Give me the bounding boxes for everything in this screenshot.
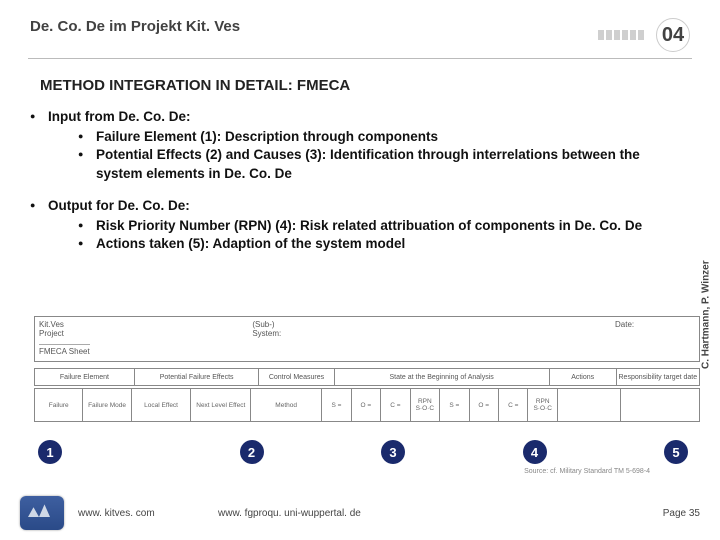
bullet-failure-element: Failure Element (1): Description through… — [78, 128, 690, 146]
decorative-bars — [598, 30, 644, 40]
number-markers: 1 2 3 4 5 — [30, 440, 660, 464]
bullet-rpn: Risk Priority Number (RPN) (4): Risk rel… — [78, 217, 690, 235]
bullet-input: Input from De. Co. De: — [48, 109, 191, 124]
sub-col: S = — [440, 389, 469, 421]
col-header: Potential Failure Effects — [135, 369, 260, 385]
bullet-output: Output for De. Co. De: — [48, 198, 190, 213]
slide-footer: www. kitves. com www. fgproqu. uni-wuppe… — [0, 496, 720, 530]
kitves-logo — [20, 496, 64, 530]
sub-col: O = — [470, 389, 499, 421]
fig-label: FMECA Sheet — [39, 344, 90, 356]
sub-col: Next Level Effect — [191, 389, 251, 421]
sub-col: C = — [499, 389, 528, 421]
sub-col: O = — [352, 389, 381, 421]
header-title: De. Co. De im Projekt Kit. Ves — [30, 18, 240, 35]
col-header: Responsibility target date — [617, 369, 699, 385]
sub-col: Failure Mode — [83, 389, 131, 421]
content-bullets: Input from De. Co. De: Failure Element (… — [0, 108, 720, 254]
footer-url-kitves: www. kitves. com — [78, 508, 218, 519]
sub-col: S = — [322, 389, 351, 421]
header-right: 04 — [598, 18, 690, 52]
marker-4: 4 — [523, 440, 547, 464]
source-note: Source: cf. Military Standard TM 5-698-4 — [524, 468, 650, 475]
sub-col: Method — [251, 389, 322, 421]
slide-number: 04 — [656, 18, 690, 52]
fig-label: Kit.Ves — [39, 320, 90, 329]
marker-2: 2 — [240, 440, 264, 464]
marker-1: 1 — [38, 440, 62, 464]
col-header: Actions — [550, 369, 617, 385]
marker-3: 3 — [381, 440, 405, 464]
fig-label: System: — [252, 329, 281, 338]
sub-col — [621, 389, 699, 421]
sub-col: Local Effect — [132, 389, 192, 421]
fmeca-subheader-row: Failure Failure Mode Local Effect Next L… — [34, 388, 700, 422]
slide-header: De. Co. De im Projekt Kit. Ves 04 — [0, 0, 720, 58]
col-header: State at the Beginning of Analysis — [335, 369, 550, 385]
sub-col: RPN S·O·C — [411, 389, 440, 421]
bullet-potential-effects: Potential Effects (2) and Causes (3): Id… — [78, 146, 690, 182]
fig-label: Date: — [615, 320, 634, 329]
fig-label: (Sub-) — [252, 320, 274, 329]
footer-url-fgproqu: www. fgproqu. uni-wuppertal. de — [218, 508, 361, 519]
sub-col: Failure — [35, 389, 83, 421]
fmeca-sheet-figure: Kit.Ves Project FMECA Sheet (Sub-) Syste… — [34, 316, 700, 422]
bullet-actions: Actions taken (5): Adaption of the syste… — [78, 235, 690, 253]
fmeca-header-row: Failure Element Potential Failure Effect… — [34, 368, 700, 386]
sub-col: RPN S·O·C — [528, 389, 557, 421]
sub-col — [558, 389, 621, 421]
col-header: Failure Element — [35, 369, 135, 385]
section-title: METHOD INTEGRATION IN DETAIL: FMECA — [0, 59, 720, 108]
col-header: Control Measures — [259, 369, 334, 385]
fmeca-figure-top: Kit.Ves Project FMECA Sheet (Sub-) Syste… — [34, 316, 700, 362]
fig-label: Project — [39, 329, 90, 338]
page-number: Page 35 — [663, 508, 700, 519]
marker-5: 5 — [664, 440, 688, 464]
sub-col: C = — [381, 389, 410, 421]
side-credit: C. Hartmann, P. Winzer — [698, 140, 714, 490]
